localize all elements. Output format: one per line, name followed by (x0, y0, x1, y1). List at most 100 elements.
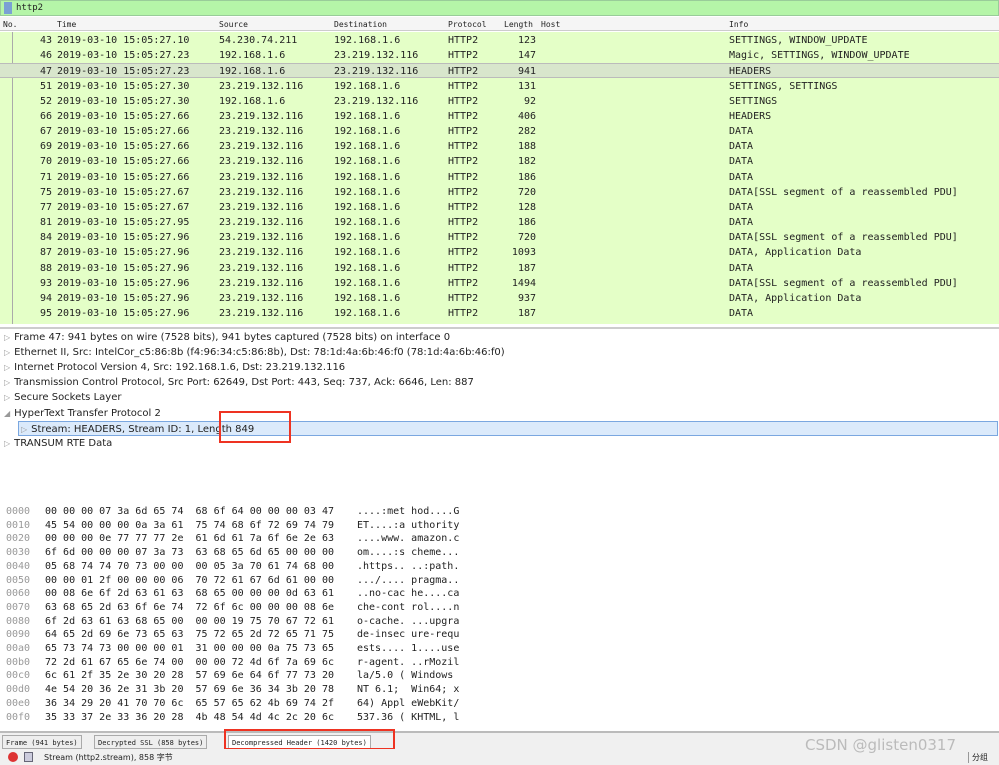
hex-bytes: 35 33 37 2e 33 36 20 28 4b 48 54 4d 4c 2… (45, 711, 334, 723)
packet-row[interactable]: 70 2019-03-10 15:05:27.66 23.219.132.116 19… (0, 154, 999, 169)
cell-info: DATA (729, 171, 754, 183)
packet-row[interactable]: 43 2019-03-10 15:05:27.10 54.230.74.211 192… (0, 33, 999, 48)
cell-no: 46 (39, 50, 52, 62)
cell-no: 88 (39, 262, 52, 274)
detail-text: Secure Sockets Layer (14, 392, 122, 404)
cell-protocol: HTTP2 (448, 110, 479, 122)
expand-icon[interactable]: ▷ (4, 363, 10, 372)
display-filter-input[interactable]: http2 (16, 3, 43, 13)
hex-bytes: 6f 6d 00 00 00 07 3a 73 63 68 65 6d 65 0… (45, 547, 334, 559)
hex-bytes: 6f 2d 63 61 63 68 65 00 00 00 19 75 70 6… (45, 615, 334, 627)
hex-ascii: 64) Appl eWebKit/ (357, 697, 460, 709)
display-filter-bar[interactable]: http2 (0, 0, 999, 16)
packet-row[interactable]: 94 2019-03-10 15:05:27.96 23.219.132.116 19… (0, 291, 999, 306)
cell-length: 186 (517, 171, 536, 183)
cell-length: 282 (517, 126, 536, 138)
detail-line[interactable]: ▷ Frame 47: 941 bytes on wire (7528 bits)… (4, 330, 450, 345)
detail-line[interactable]: ▷ Internet Protocol Version 4, Src: 192.1… (4, 360, 345, 375)
hex-bytes: 64 65 2d 69 6e 73 65 63 75 72 65 2d 72 6… (45, 629, 334, 641)
bytes-tab[interactable]: Decrypted SSL (858 bytes) (94, 735, 208, 749)
expand-icon[interactable]: ▷ (4, 333, 10, 342)
col-info[interactable]: Info (729, 20, 748, 29)
hex-bytes: 05 68 74 74 70 73 00 00 00 05 3a 70 61 7… (45, 560, 334, 572)
cell-no: 81 (39, 217, 52, 229)
packet-bytes[interactable]: 0000 00 00 00 07 3a 6d 65 74 68 6f 64 00 … (0, 505, 470, 725)
col-protocol[interactable]: Protocol (448, 20, 487, 29)
packet-row[interactable]: 95 2019-03-10 15:05:27.96 23.219.132.116 19… (0, 306, 999, 321)
cell-info: Magic, SETTINGS, WINDOW_UPDATE (729, 50, 910, 62)
cell-length: 406 (517, 110, 536, 122)
hex-offset: 00c0 (6, 670, 31, 682)
cell-time: 2019-03-10 15:05:27.67 (57, 201, 190, 213)
cell-protocol: HTTP2 (448, 262, 479, 274)
cell-no: 95 (39, 308, 52, 320)
packet-list[interactable]: 43 2019-03-10 15:05:27.10 54.230.74.211 192… (0, 32, 999, 324)
packet-row[interactable]: 75 2019-03-10 15:05:27.67 23.219.132.116 19… (0, 185, 999, 200)
hex-ascii: r-agent. ..rMozil (357, 656, 460, 668)
cell-source: 23.219.132.116 (219, 308, 304, 320)
expand-icon[interactable]: ▷ (4, 348, 10, 357)
capture-status-icon[interactable] (8, 752, 18, 762)
cell-source: 23.219.132.116 (219, 156, 304, 168)
packet-row[interactable]: 77 2019-03-10 15:05:27.67 23.219.132.116 19… (0, 200, 999, 215)
col-host[interactable]: Host (541, 20, 560, 29)
cell-length: 1494 (511, 277, 536, 289)
bytes-tab[interactable]: Frame (941 bytes) (2, 735, 82, 749)
cell-destination: 192.168.1.6 (334, 126, 401, 138)
hex-bytes: 4e 54 20 36 2e 31 3b 20 57 69 6e 36 34 3… (45, 684, 334, 696)
edit-comment-icon[interactable] (24, 752, 33, 762)
detail-line[interactable]: ▷ Ethernet II, Src: IntelCor_c5:86:8b (f4… (4, 345, 505, 360)
cell-protocol: HTTP2 (448, 66, 479, 78)
expand-icon[interactable]: ▷ (4, 393, 10, 402)
packet-row[interactable]: 67 2019-03-10 15:05:27.66 23.219.132.116 19… (0, 124, 999, 139)
packet-row[interactable]: 71 2019-03-10 15:05:27.66 23.219.132.116 19… (0, 170, 999, 185)
packet-row[interactable]: 84 2019-03-10 15:05:27.96 23.219.132.116 19… (0, 230, 999, 245)
cell-time: 2019-03-10 15:05:27.66 (57, 171, 190, 183)
cell-length: 147 (517, 50, 536, 62)
packet-row[interactable]: 52 2019-03-10 15:05:27.30 192.168.1.6 23.21… (0, 94, 999, 109)
cell-source: 23.219.132.116 (219, 247, 304, 259)
expand-icon[interactable]: ▷ (4, 378, 10, 387)
detail-line[interactable]: ◢ HyperText Transfer Protocol 2 (4, 406, 161, 421)
packet-row[interactable]: 93 2019-03-10 15:05:27.96 23.219.132.116 19… (0, 276, 999, 291)
col-source[interactable]: Source (219, 20, 248, 29)
cell-source: 23.219.132.116 (219, 141, 304, 153)
hex-bytes: 6c 61 2f 35 2e 30 20 28 57 69 6e 64 6f 7… (45, 670, 334, 682)
packet-row[interactable]: 66 2019-03-10 15:05:27.66 23.219.132.116 19… (0, 109, 999, 124)
packet-details[interactable]: ▷ Frame 47: 941 bytes on wire (7528 bits)… (0, 327, 999, 453)
packet-row[interactable]: 69 2019-03-10 15:05:27.66 23.219.132.116 19… (0, 139, 999, 154)
cell-source: 23.219.132.116 (219, 277, 304, 289)
packet-row[interactable]: 88 2019-03-10 15:05:27.96 23.219.132.116 19… (0, 261, 999, 276)
status-packets[interactable]: 分组 (968, 752, 988, 763)
packet-row[interactable]: 46 2019-03-10 15:05:27.23 192.168.1.6 23.21… (0, 48, 999, 63)
cell-time: 2019-03-10 15:05:27.66 (57, 141, 190, 153)
col-destination[interactable]: Destination (334, 20, 387, 29)
collapse-icon[interactable]: ◢ (4, 409, 10, 418)
cell-destination: 192.168.1.6 (334, 110, 401, 122)
col-length[interactable]: Length (504, 20, 533, 29)
packet-row[interactable]: 81 2019-03-10 15:05:27.95 23.219.132.116 19… (0, 215, 999, 230)
packet-row[interactable]: 47 2019-03-10 15:05:27.23 192.168.1.6 23.21… (0, 63, 999, 79)
detail-line[interactable]: ▷ Stream: HEADERS, Stream ID: 1, Length 8… (18, 420, 998, 436)
cell-time: 2019-03-10 15:05:27.96 (57, 232, 190, 244)
detail-line[interactable]: ▷ TRANSUM RTE Data (4, 436, 112, 451)
bookmark-icon[interactable] (4, 2, 12, 14)
col-no[interactable]: No. (3, 20, 17, 29)
hex-ascii: o-cache. ...upgra (357, 615, 460, 627)
expand-icon[interactable]: ▷ (4, 439, 10, 448)
cell-protocol: HTTP2 (448, 171, 479, 183)
hex-offset: 0070 (6, 601, 31, 613)
packet-row[interactable]: 51 2019-03-10 15:05:27.30 23.219.132.116 19… (0, 79, 999, 94)
packet-row[interactable]: 87 2019-03-10 15:05:27.96 23.219.132.116 19… (0, 245, 999, 260)
expand-icon[interactable]: ▷ (21, 425, 27, 434)
cell-length: 131 (517, 80, 536, 92)
col-time[interactable]: Time (57, 20, 76, 29)
cell-protocol: HTTP2 (448, 217, 479, 229)
cell-no: 69 (39, 141, 52, 153)
detail-line[interactable]: ▷ Secure Sockets Layer (4, 390, 121, 405)
cell-time: 2019-03-10 15:05:27.66 (57, 110, 190, 122)
detail-line[interactable]: ▷ Transmission Control Protocol, Src Port… (4, 375, 474, 390)
cell-no: 87 (39, 247, 52, 259)
hex-ascii: ..no-cac he....ca (357, 588, 460, 600)
hex-bytes: 00 00 00 0e 77 77 77 2e 61 6d 61 7a 6f 6… (45, 533, 334, 545)
